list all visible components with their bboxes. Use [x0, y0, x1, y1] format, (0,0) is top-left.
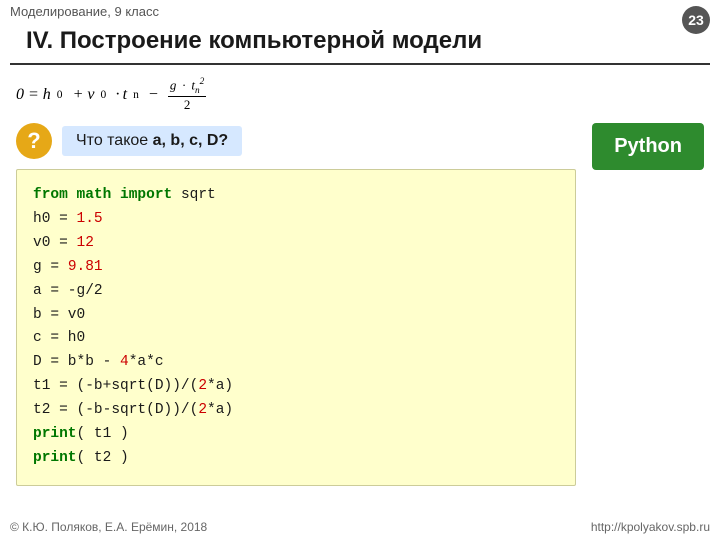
subject-label: Моделирование, 9 класс [10, 4, 159, 19]
python-badge: Python [592, 123, 704, 170]
code-line-1: from math import sqrt [33, 184, 559, 208]
left-section: 0 = h0 + v0 · tn − g · tn2 2 ? Что такое… [16, 77, 576, 486]
footer: © К.Ю. Поляков, Е.А. Ерёмин, 2018 http:/… [0, 520, 720, 534]
question-text: Что такое a, b, c, D? [62, 126, 242, 156]
code-line-11: print( t1 ) [33, 423, 559, 447]
code-line-5: a = -g/2 [33, 280, 559, 304]
question-prefix: Что такое [76, 132, 153, 149]
url-label: http://kpolyakov.spb.ru [591, 520, 710, 534]
question-highlighted: a, b, c, D? [153, 132, 229, 149]
code-line-12: print( t2 ) [33, 447, 559, 471]
code-block: from math import sqrt h0 = 1.5 v0 = 12 g… [16, 169, 576, 486]
code-line-9: t1 = (-b+sqrt(D))/(2*a) [33, 375, 559, 399]
code-line-4: g = 9.81 [33, 256, 559, 280]
code-line-2: h0 = 1.5 [33, 208, 559, 232]
code-line-3: v0 = 12 [33, 232, 559, 256]
content-area: 0 = h0 + v0 · tn − g · tn2 2 ? Что такое… [0, 77, 720, 486]
code-line-8: D = b*b - 4*a*c [33, 351, 559, 375]
slide-number: 23 [682, 6, 710, 34]
code-line-6: b = v0 [33, 304, 559, 328]
copyright-label: © К.Ю. Поляков, Е.А. Ерёмин, 2018 [10, 520, 207, 534]
formula-area: 0 = h0 + v0 · tn − g · tn2 2 [16, 77, 576, 113]
code-line-7: c = h0 [33, 327, 559, 351]
code-line-10: t2 = (-b-sqrt(D))/(2*a) [33, 399, 559, 423]
page-title: IV. Построение компьютерной модели [10, 23, 710, 65]
question-bubble: ? [16, 123, 52, 159]
question-row: ? Что такое a, b, c, D? [16, 123, 576, 159]
fraction: g · tn2 2 [168, 77, 206, 113]
